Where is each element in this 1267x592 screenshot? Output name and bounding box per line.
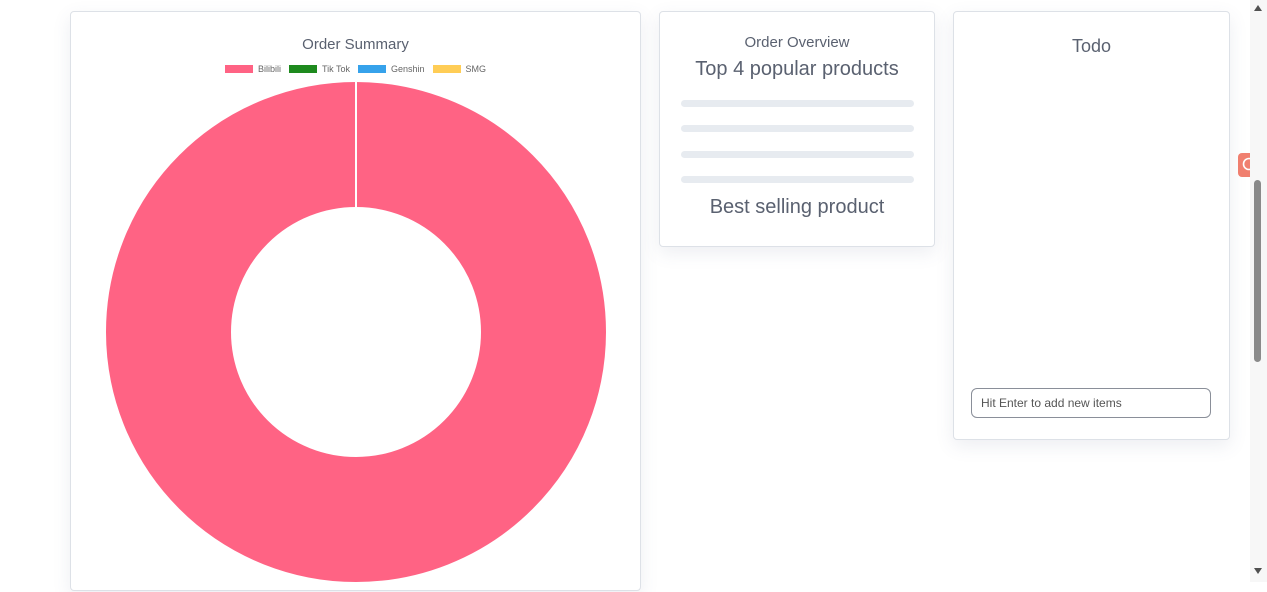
best-selling-heading: Best selling product <box>709 196 885 218</box>
todo-title: Todo <box>1071 36 1112 56</box>
todo-input[interactable] <box>971 388 1211 418</box>
scrollbar-thumb[interactable] <box>1254 180 1261 362</box>
donut-chart[interactable] <box>71 12 642 592</box>
product-placeholder-bar <box>681 125 914 132</box>
scroll-up-arrow-icon[interactable] <box>1254 5 1262 11</box>
order-summary-card: Order Summary Bilibili Tik Tok Genshin SMG <box>70 11 641 591</box>
page-scrollbar[interactable] <box>1250 0 1267 582</box>
product-placeholder-bar <box>681 100 914 107</box>
order-overview-title: Order Overview <box>744 34 850 51</box>
product-placeholder-bar <box>681 151 914 158</box>
product-placeholder-bar <box>681 176 914 183</box>
order-overview-card: Order Overview Top 4 popular products Be… <box>659 11 935 247</box>
scroll-down-arrow-icon[interactable] <box>1254 568 1262 574</box>
todo-card: Todo <box>953 11 1230 440</box>
popular-products-heading: Top 4 popular products <box>695 58 899 80</box>
